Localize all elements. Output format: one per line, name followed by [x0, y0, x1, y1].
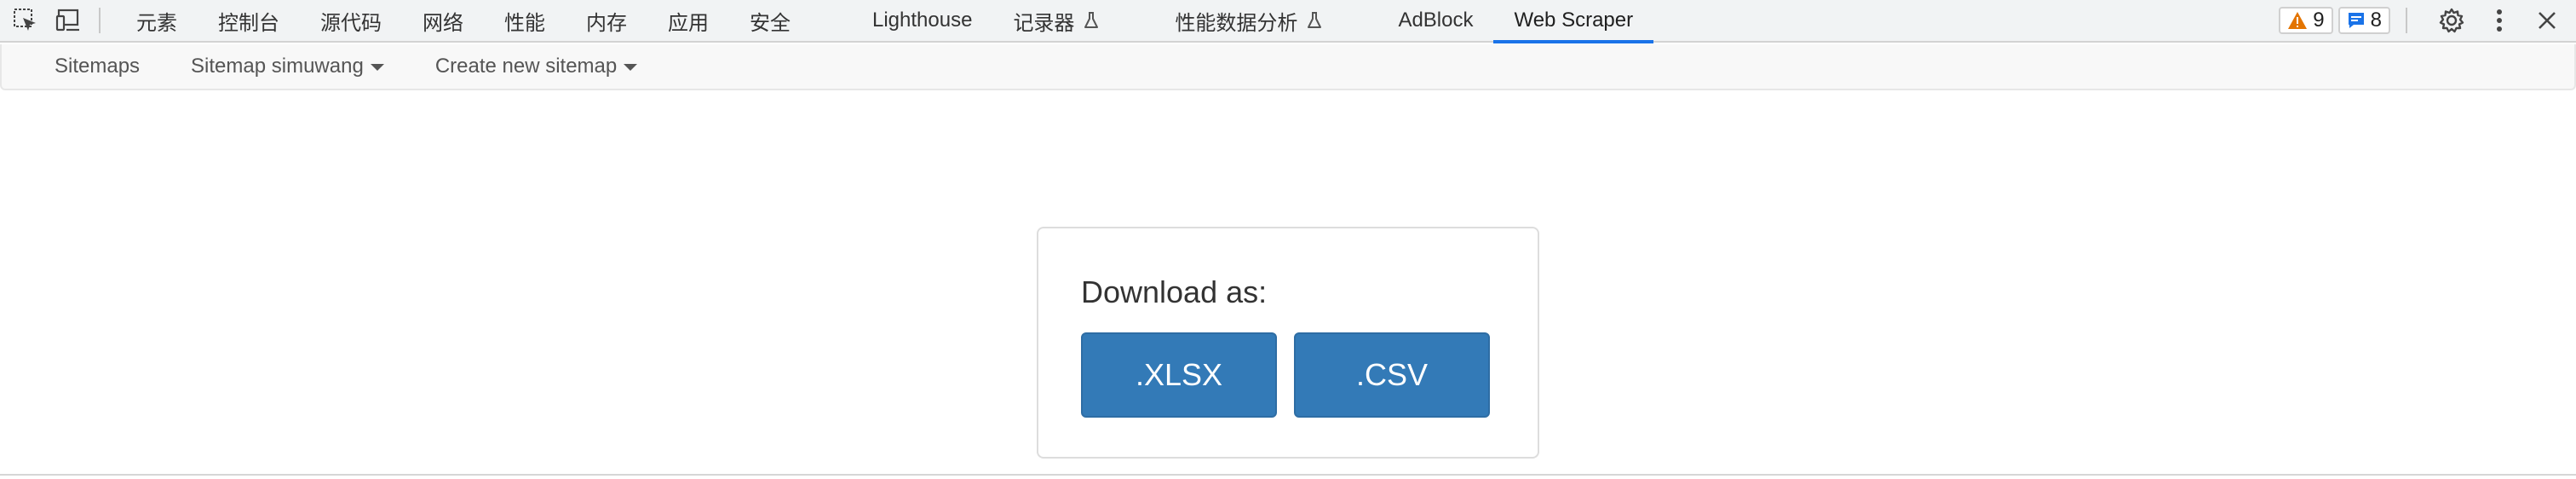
bottom-divider — [0, 474, 2576, 476]
device-toolbar-icon[interactable] — [51, 3, 85, 38]
tab-memory[interactable]: 内存 — [566, 0, 647, 42]
download-panel: Download as: .XLSX .CSV — [1037, 227, 1539, 459]
toolbar-divider — [99, 8, 101, 33]
more-vertical-icon[interactable] — [2481, 2, 2518, 39]
panel-tabs: 元素 控制台 源代码 网络 性能 内存 应用 安全 Lighthouse 记录器… — [116, 0, 1653, 43]
tab-recorder[interactable]: 记录器 — [992, 0, 1120, 42]
tab-spacer — [811, 0, 852, 42]
devtools-tab-bar: 元素 控制台 源代码 网络 性能 内存 应用 安全 Lighthouse 记录器… — [0, 0, 2576, 43]
tab-sources[interactable]: 源代码 — [300, 0, 402, 42]
download-title: Download as: — [1081, 274, 1268, 309]
message-icon — [2348, 13, 2364, 28]
flask-icon — [1083, 11, 1100, 30]
caret-down-icon — [370, 64, 384, 71]
download-xlsx-button[interactable]: .XLSX — [1081, 332, 1277, 418]
nav-create-sitemap-dropdown[interactable]: Create new sitemap — [410, 55, 663, 78]
inspect-element-icon[interactable] — [9, 3, 43, 38]
warnings-count: 9 — [2313, 9, 2325, 32]
tab-spacer — [1343, 0, 1377, 42]
nav-sitemap-dropdown[interactable]: Sitemap simuwang — [165, 55, 410, 78]
tab-console[interactable]: 控制台 — [198, 0, 300, 42]
caret-down-icon — [624, 64, 638, 71]
toolbar-right: 9 8 — [2274, 2, 2576, 39]
tab-adblock[interactable]: AdBlock — [1377, 0, 1493, 42]
tab-elements[interactable]: 元素 — [116, 0, 198, 42]
warning-triangle-icon — [2288, 12, 2308, 29]
tab-web-scraper[interactable]: Web Scraper — [1493, 0, 1653, 43]
tab-performance-insights[interactable]: 性能数据分析 — [1154, 0, 1343, 42]
download-csv-button[interactable]: .CSV — [1294, 332, 1490, 418]
flask-icon — [1306, 11, 1323, 30]
gear-icon[interactable] — [2433, 2, 2470, 39]
tab-network[interactable]: 网络 — [402, 0, 484, 42]
nav-sitemaps[interactable]: Sitemaps — [29, 55, 165, 78]
tab-application[interactable]: 应用 — [647, 0, 729, 42]
scraper-navbar: Sitemaps Sitemap simuwang Create new sit… — [0, 44, 2576, 90]
warnings-badge[interactable]: 9 — [2279, 7, 2333, 34]
tab-spacer — [1120, 0, 1154, 42]
tab-security[interactable]: 安全 — [729, 0, 811, 42]
tab-performance[interactable]: 性能 — [484, 0, 566, 42]
messages-badge[interactable]: 8 — [2337, 7, 2390, 34]
messages-count: 8 — [2370, 9, 2382, 32]
close-icon[interactable] — [2528, 2, 2566, 39]
tab-lighthouse[interactable]: Lighthouse — [852, 0, 992, 42]
toolbar-divider — [2406, 8, 2407, 33]
download-buttons: .XLSX .CSV — [1081, 332, 1490, 418]
